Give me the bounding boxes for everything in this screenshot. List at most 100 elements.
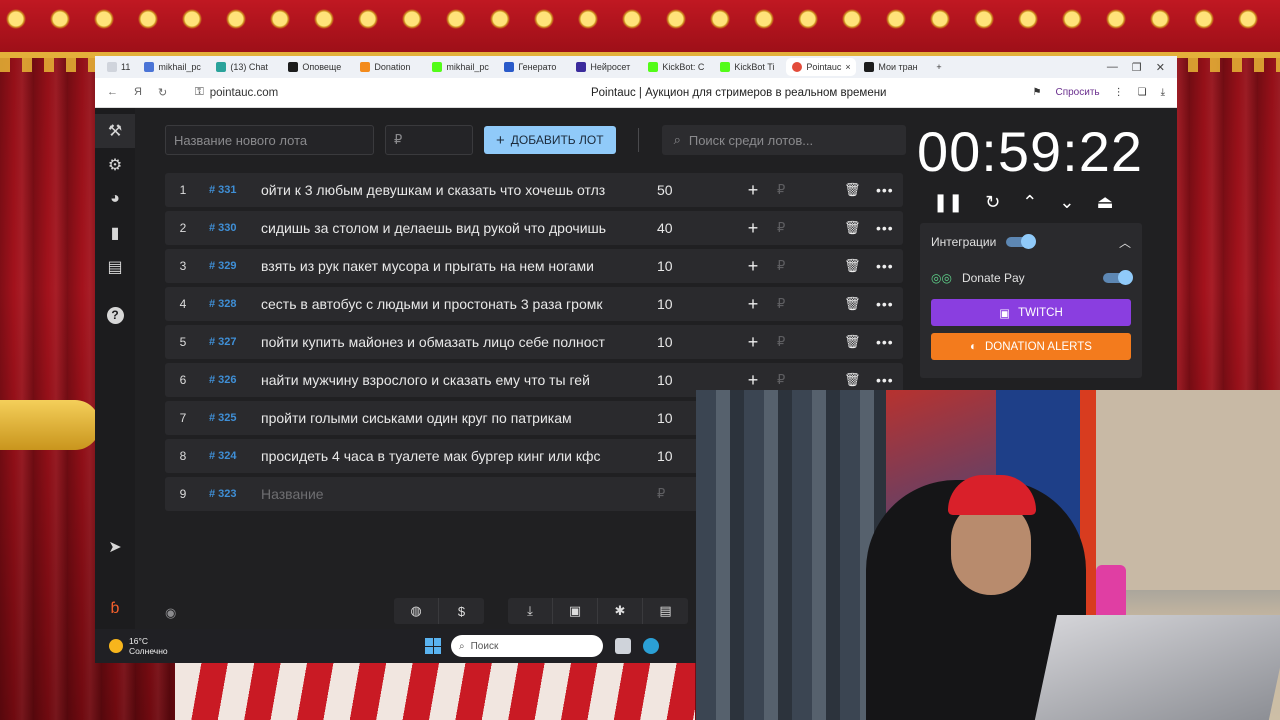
close-window-icon[interactable]: ✕ [1156, 61, 1165, 74]
microphone [1096, 565, 1126, 620]
windows-start-icon[interactable] [425, 638, 441, 654]
boosty-icon[interactable]: ɓ [95, 592, 135, 626]
github-icon[interactable]: ◍ [394, 598, 439, 624]
tab-item[interactable]: Donation [354, 58, 424, 76]
lot-search-input[interactable]: ⌕ Поиск среди лотов... [661, 125, 906, 155]
more-options-icon[interactable]: ••• [876, 220, 894, 236]
more-options-icon[interactable]: ••• [876, 334, 894, 350]
maximize-icon[interactable]: ❐ [1132, 61, 1142, 74]
menu-dots-icon[interactable]: ⋮ [1114, 87, 1124, 98]
tab-item[interactable]: mikhail_pc [426, 58, 496, 76]
lot-name[interactable]: пройти голыми сиськами один круг по патр… [261, 410, 633, 426]
ruble-input[interactable]: ₽ [777, 182, 785, 198]
donate-dollar-icon[interactable]: $ [439, 598, 484, 624]
more-options-icon[interactable]: ••• [876, 258, 894, 274]
settings-gear-icon[interactable]: ⚙ [95, 148, 135, 182]
lot-name[interactable]: найти мужчину взрослого и сказать ему чт… [261, 372, 633, 388]
lot-name[interactable]: пойти купить майонез и обмазать лицо себ… [261, 334, 633, 350]
tab-counter[interactable]: 11 [101, 58, 136, 76]
url-field[interactable]: ⚿ pointauc.com [195, 86, 445, 99]
new-lot-currency[interactable]: ₽ [633, 486, 703, 502]
delete-icon[interactable]: 🗑 [844, 372, 861, 388]
add-amount-icon[interactable]: + [743, 180, 763, 201]
save-icon[interactable]: ▣ [553, 598, 598, 624]
donation-alerts-button[interactable]: ◐ DONATION ALERTS [931, 333, 1131, 360]
room-wall [1096, 390, 1280, 590]
lot-name[interactable]: сидишь за столом и делаешь вид рукой что… [261, 220, 633, 236]
tab-item[interactable]: Нейросет [570, 58, 640, 76]
ruble-input[interactable]: ₽ [777, 372, 785, 388]
delete-icon[interactable]: 🗑 [844, 220, 861, 236]
lot-id: # 326 [209, 374, 237, 386]
taskbar-search[interactable]: ⌕ Поиск [451, 635, 603, 657]
tab-item[interactable]: Генерато [498, 58, 568, 76]
add-amount-icon[interactable]: + [743, 332, 763, 353]
weather-widget[interactable]: 16°C Солнечно [95, 636, 425, 656]
twitch-button[interactable]: ▣ TWITCH [931, 299, 1131, 326]
wheel-chart-icon[interactable]: ◕ [95, 182, 135, 216]
more-options-icon[interactable]: ••• [876, 372, 894, 388]
ruble-input[interactable]: ₽ [777, 334, 785, 350]
yandex-icon[interactable]: Я [134, 86, 142, 99]
lot-id: # 328 [209, 298, 237, 310]
download-icon[interactable]: ⤓ [1161, 87, 1165, 98]
bookmark-icon[interactable]: ⚑ [1033, 87, 1042, 98]
task-view-icon[interactable] [615, 638, 631, 654]
donate-pay-toggle[interactable] [1103, 270, 1133, 285]
lot-name[interactable]: ойти к 3 любым девушкам и сказать что хо… [261, 182, 633, 198]
ruble-input[interactable]: ₽ [777, 220, 785, 236]
statistics-icon[interactable]: ▮ [95, 216, 135, 250]
ask-button[interactable]: Спросить [1055, 87, 1099, 98]
reload-icon[interactable]: ↻ [158, 86, 167, 99]
window-controls: — ❐ ✕ [1107, 61, 1177, 74]
add-amount-icon[interactable]: + [743, 218, 763, 239]
edge-browser-icon[interactable] [643, 638, 659, 654]
collapse-chevron-icon[interactable]: ︿ [1119, 234, 1131, 251]
download-lots-icon[interactable]: ⤓ [508, 598, 553, 624]
telegram-icon[interactable]: ➤ [95, 530, 135, 564]
tab-item[interactable]: KickBot Ti [714, 58, 784, 76]
eject-icon[interactable]: ⏏ [1096, 192, 1113, 213]
collections-icon[interactable]: ❏ [1138, 87, 1147, 98]
ruble-input[interactable]: ₽ [777, 296, 785, 312]
new-lot-name-input[interactable]: Название нового лота [165, 125, 374, 155]
bug-icon[interactable]: ✱ [598, 598, 643, 624]
new-tab-icon[interactable]: + [930, 58, 947, 76]
minimize-icon[interactable]: — [1107, 61, 1118, 74]
lot-name[interactable]: просидеть 4 часа в туалете мак бургер ки… [261, 448, 633, 464]
lot-name[interactable]: сесть в автобус с людьми и простонать 3 … [261, 296, 633, 312]
add-amount-icon[interactable]: + [743, 294, 763, 315]
more-options-icon[interactable]: ••• [876, 296, 894, 312]
more-options-icon[interactable]: ••• [876, 182, 894, 198]
site-settings-icon[interactable]: ⚿ [195, 86, 204, 99]
delete-icon[interactable]: 🗑 [844, 334, 861, 350]
close-tab-icon[interactable]: × [845, 62, 850, 72]
reset-icon[interactable]: ↻ [985, 192, 1000, 213]
ruble-input[interactable]: ₽ [777, 258, 785, 274]
visibility-eye-icon[interactable]: ◉ [165, 605, 176, 621]
delete-icon[interactable]: 🗑 [844, 182, 861, 198]
file-list-icon[interactable]: ▤ [643, 598, 688, 624]
tab-item[interactable]: mikhail_pc [138, 58, 208, 76]
chevron-up-icon[interactable]: ⌃ [1022, 192, 1037, 213]
chevron-down-icon[interactable]: ⌄ [1059, 192, 1074, 213]
tab-item[interactable]: Мои тран [858, 58, 928, 76]
new-lot-amount-input[interactable]: ₽ [385, 125, 473, 155]
delete-icon[interactable]: 🗑 [844, 296, 861, 312]
tab-item[interactable]: Оповеще [282, 58, 352, 76]
add-amount-icon[interactable]: + [743, 370, 763, 391]
auction-gavel-icon[interactable]: ⚒ [95, 114, 135, 148]
tab-item[interactable]: (13) Chat [210, 58, 280, 76]
tab-item[interactable]: KickBot: C [642, 58, 712, 76]
help-icon[interactable]: ? [95, 298, 135, 332]
tab-pointauc-active[interactable]: Pointauc × [786, 58, 857, 76]
back-icon[interactable]: ← [107, 86, 118, 99]
integrations-toggle[interactable] [1006, 234, 1037, 249]
new-lot-name-field[interactable]: Название [261, 486, 633, 502]
lot-name[interactable]: взять из рук пакет мусора и прыгать на н… [261, 258, 633, 274]
add-amount-icon[interactable]: + [743, 256, 763, 277]
clipboard-icon[interactable]: ▤ [95, 250, 135, 284]
delete-icon[interactable]: 🗑 [844, 258, 861, 274]
pause-icon[interactable]: ❚❚ [933, 192, 963, 213]
add-lot-button[interactable]: + ДОБАВИТЬ ЛОТ [484, 126, 616, 154]
